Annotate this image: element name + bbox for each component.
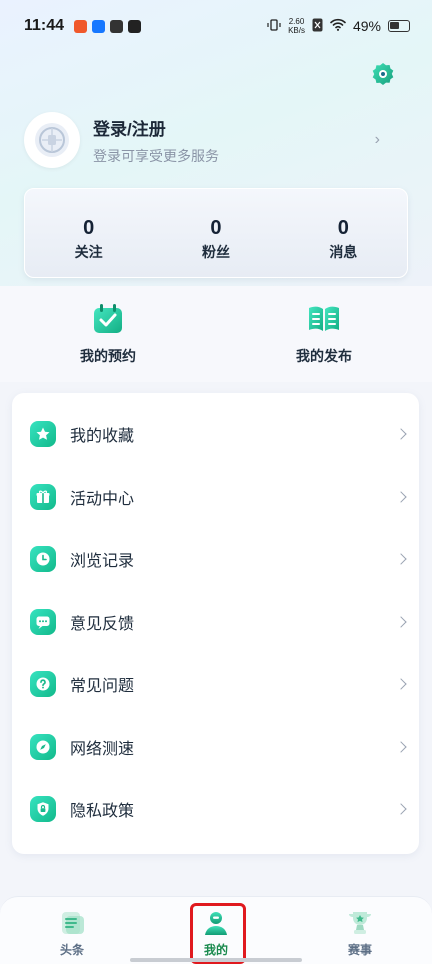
menu-item-history[interactable]: 浏览记录: [12, 528, 419, 591]
menu-label: 我的收藏: [70, 428, 135, 446]
notification-app-icon: [128, 19, 142, 33]
chevron-right-icon: [395, 428, 407, 440]
home-indicator[interactable]: [130, 958, 302, 962]
gift-icon: [30, 483, 56, 510]
chevron-right-icon: [395, 553, 407, 565]
chevron-right-icon: [395, 678, 407, 690]
profile-title: 登录/注册: [93, 119, 166, 139]
menu-item-feedback[interactable]: 意见反馈: [12, 591, 419, 654]
tab-label: 头条: [59, 943, 84, 957]
chat-bubble-icon: [30, 608, 56, 635]
tab-headlines[interactable]: 头条: [0, 897, 144, 964]
menu-list: 我的收藏 活动中心 浏览记录 意见反馈 常见问题 网络测速 隐私政策: [12, 393, 419, 854]
menu-label: 浏览记录: [70, 553, 135, 571]
menu-item-favorites[interactable]: 我的收藏: [12, 403, 419, 466]
tab-label: 赛事: [347, 943, 372, 957]
compass-icon: [30, 733, 56, 760]
calendar-check-icon: [94, 304, 122, 333]
net-speed-value: 2.60: [288, 17, 305, 26]
menu-item-faq[interactable]: 常见问题: [12, 653, 419, 716]
wifi-icon: [330, 18, 346, 34]
quick-label: 我的发布: [296, 348, 352, 364]
stat-following[interactable]: 0 关注: [25, 189, 152, 277]
quick-my-posts[interactable]: 我的发布: [216, 286, 432, 382]
status-bar: 11:44 2.60 KB/s 49%: [0, 0, 432, 52]
login-register-row[interactable]: 登录/注册 登录可享受更多服务 ›: [24, 110, 410, 170]
book-open-icon: [309, 306, 339, 331]
battery-icon: [388, 20, 410, 32]
avatar-placeholder-icon: [35, 123, 69, 157]
settings-gear-icon[interactable]: [369, 60, 397, 88]
chevron-right-icon: [395, 491, 407, 503]
menu-label: 活动中心: [70, 490, 135, 508]
stat-messages[interactable]: 0 消息: [280, 189, 407, 277]
highlight-box: [190, 903, 246, 964]
clock-icon: [30, 546, 56, 573]
notification-app-icon: [92, 19, 106, 33]
quick-my-reservations[interactable]: 我的预约: [0, 286, 216, 382]
question-icon: [30, 671, 56, 698]
news-icon: [62, 912, 84, 934]
stat-value: 0: [337, 217, 349, 239]
menu-item-speed-test[interactable]: 网络测速: [12, 716, 419, 779]
profile-subtitle: 登录可享受更多服务: [93, 147, 219, 164]
net-speed-unit: KB/s: [288, 26, 305, 35]
menu-label: 常见问题: [70, 678, 135, 696]
chevron-right-icon: [395, 741, 407, 753]
notification-app-icon: [74, 19, 88, 33]
stat-value: 0: [83, 217, 95, 239]
trophy-icon: [349, 912, 371, 934]
menu-label: 隐私政策: [70, 803, 135, 821]
quick-label: 我的预约: [80, 348, 136, 364]
star-icon: [30, 421, 56, 448]
notification-app-icon: [110, 19, 124, 33]
menu-item-privacy-policy[interactable]: 隐私政策: [12, 778, 419, 841]
chevron-right-icon: [395, 616, 407, 628]
stat-label: 消息: [329, 244, 358, 260]
stat-value: 0: [210, 217, 222, 239]
menu-item-activity-center[interactable]: 活动中心: [12, 466, 419, 529]
status-time: 11:44: [24, 17, 65, 34]
stat-label: 关注: [74, 244, 103, 260]
stat-label: 粉丝: [201, 244, 230, 260]
tab-matches[interactable]: 赛事: [288, 897, 432, 964]
avatar[interactable]: [24, 112, 80, 168]
chevron-right-icon: ›: [374, 131, 380, 148]
net-speed: 2.60 KB/s: [288, 17, 305, 35]
battery-percent: 49%: [352, 18, 381, 34]
menu-label: 意见反馈: [70, 615, 135, 633]
stats-card: 0 关注 0 粉丝 0 消息: [24, 188, 408, 278]
chevron-right-icon: [395, 803, 407, 815]
stat-fans[interactable]: 0 粉丝: [152, 189, 279, 277]
vibrate-icon: [267, 18, 281, 35]
no-sim-icon: [312, 18, 323, 35]
quick-actions: 我的预约 我的发布: [0, 286, 432, 382]
menu-label: 网络测速: [70, 740, 135, 758]
shield-lock-icon: [30, 796, 56, 823]
